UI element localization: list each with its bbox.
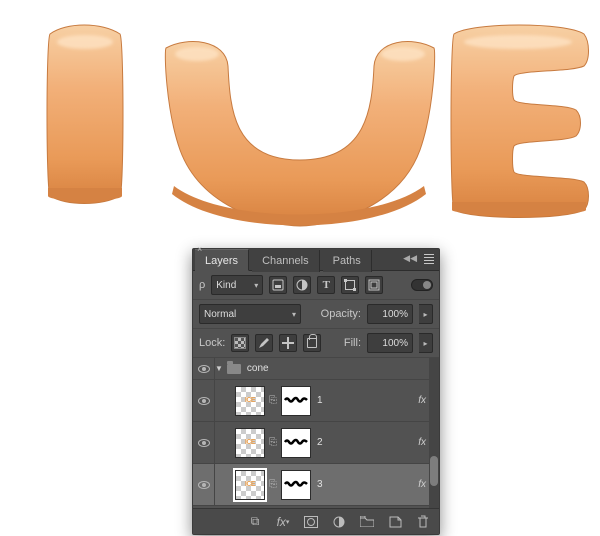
layer-mask-thumbnail[interactable] bbox=[281, 386, 311, 416]
layer-row[interactable]: ICE ⎘ 2 fx ▾ bbox=[193, 422, 439, 464]
group-name: cone bbox=[247, 363, 439, 374]
layers-panel: × Layers Channels Paths ◀◀ ρ Kind ▾ T bbox=[192, 248, 440, 535]
filter-kind-label: Kind bbox=[216, 280, 236, 291]
mask-link-icon[interactable]: ⎘ bbox=[269, 395, 277, 406]
folder-icon bbox=[227, 364, 241, 374]
filter-pixel-icon[interactable] bbox=[269, 276, 287, 294]
chevron-down-icon: ▾ bbox=[292, 310, 296, 319]
tab-layers[interactable]: Layers bbox=[195, 249, 249, 271]
panel-close-x[interactable]: × bbox=[197, 244, 202, 254]
filter-type-icon[interactable]: T bbox=[317, 276, 335, 294]
visibility-toggle[interactable] bbox=[193, 380, 215, 421]
layer-name: 3 bbox=[317, 479, 418, 490]
new-layer-icon[interactable] bbox=[387, 514, 403, 530]
new-adjustment-layer-icon[interactable] bbox=[331, 514, 347, 530]
filter-smart-icon[interactable] bbox=[365, 276, 383, 294]
lock-image-icon[interactable] bbox=[255, 334, 273, 352]
panel-footer: ⧉ fx▾ bbox=[193, 508, 439, 534]
layer-mask-thumbnail[interactable] bbox=[281, 428, 311, 458]
ice-svg bbox=[6, 0, 594, 230]
fx-badge-icon[interactable]: fx bbox=[418, 395, 426, 406]
layers-scrollbar[interactable] bbox=[429, 358, 439, 508]
layer-group-row[interactable]: ▼ cone bbox=[193, 358, 439, 380]
filter-adjustment-icon[interactable] bbox=[293, 276, 311, 294]
chevron-down-icon: ▾ bbox=[254, 281, 258, 290]
lock-transparency-icon[interactable] bbox=[231, 334, 249, 352]
new-group-icon[interactable] bbox=[359, 514, 375, 530]
scrollbar-thumb[interactable] bbox=[430, 456, 438, 486]
blend-mode-select[interactable]: Normal ▾ bbox=[199, 304, 301, 324]
fx-badge-icon[interactable]: fx bbox=[418, 479, 426, 490]
eye-icon bbox=[198, 365, 210, 373]
fx-badge-icon[interactable]: fx bbox=[418, 437, 426, 448]
layer-name: 2 bbox=[317, 437, 418, 448]
mask-link-icon[interactable]: ⎘ bbox=[269, 479, 277, 490]
filter-row: ρ Kind ▾ T bbox=[193, 271, 439, 300]
blend-mode-value: Normal bbox=[204, 309, 236, 320]
eye-icon bbox=[198, 397, 210, 405]
layer-thumbnail[interactable]: ICE bbox=[235, 470, 265, 500]
layer-row[interactable]: ICE ⎘ 3 fx ▾ bbox=[193, 464, 439, 506]
opacity-label: Opacity: bbox=[321, 308, 361, 320]
visibility-toggle[interactable] bbox=[193, 358, 215, 379]
tab-paths[interactable]: Paths bbox=[323, 250, 372, 272]
add-fx-icon[interactable]: fx▾ bbox=[275, 514, 291, 530]
panel-tabbar: × Layers Channels Paths ◀◀ bbox=[193, 249, 439, 271]
eye-icon bbox=[198, 439, 210, 447]
collapse-icon[interactable]: ◀◀ bbox=[403, 253, 417, 264]
layer-thumbnail[interactable]: ICE bbox=[235, 386, 265, 416]
layer-name: 1 bbox=[317, 395, 418, 406]
link-layers-icon[interactable]: ⧉ bbox=[247, 514, 263, 530]
visibility-toggle[interactable] bbox=[193, 422, 215, 463]
layers-list: ▼ cone ICE ⎘ 1 fx ▾ ICE ⎘ 2 fx bbox=[193, 358, 439, 508]
fill-flyout-icon[interactable]: ▸ bbox=[419, 333, 433, 353]
tab-channels[interactable]: Channels bbox=[252, 250, 319, 272]
delete-layer-icon[interactable] bbox=[415, 514, 431, 530]
lock-all-icon[interactable] bbox=[303, 334, 321, 352]
artwork-ice-text bbox=[6, 0, 594, 230]
eye-icon bbox=[198, 481, 210, 489]
layer-row[interactable]: ICE ⎘ 1 fx ▾ bbox=[193, 380, 439, 422]
lock-position-icon[interactable] bbox=[279, 334, 297, 352]
visibility-toggle[interactable] bbox=[193, 464, 215, 505]
filter-toggle-switch[interactable] bbox=[411, 279, 433, 291]
filter-search-icon: ρ bbox=[199, 279, 205, 291]
layer-thumbnail[interactable]: ICE bbox=[235, 428, 265, 458]
layer-mask-thumbnail[interactable] bbox=[281, 470, 311, 500]
add-mask-icon[interactable] bbox=[303, 514, 319, 530]
panel-menu-icon[interactable] bbox=[421, 251, 437, 267]
mask-link-icon[interactable]: ⎘ bbox=[269, 437, 277, 448]
opacity-input[interactable]: 100% bbox=[367, 304, 413, 324]
disclosure-triangle-icon[interactable]: ▼ bbox=[215, 364, 223, 373]
lock-row: Lock: Fill: 100% ▸ bbox=[193, 329, 439, 358]
lock-label: Lock: bbox=[199, 337, 225, 349]
opacity-flyout-icon[interactable]: ▸ bbox=[419, 304, 433, 324]
fill-label: Fill: bbox=[344, 337, 361, 349]
blend-row: Normal ▾ Opacity: 100% ▸ bbox=[193, 300, 439, 329]
fill-input[interactable]: 100% bbox=[367, 333, 413, 353]
filter-shape-icon[interactable] bbox=[341, 276, 359, 294]
filter-kind-select[interactable]: Kind ▾ bbox=[211, 275, 263, 295]
